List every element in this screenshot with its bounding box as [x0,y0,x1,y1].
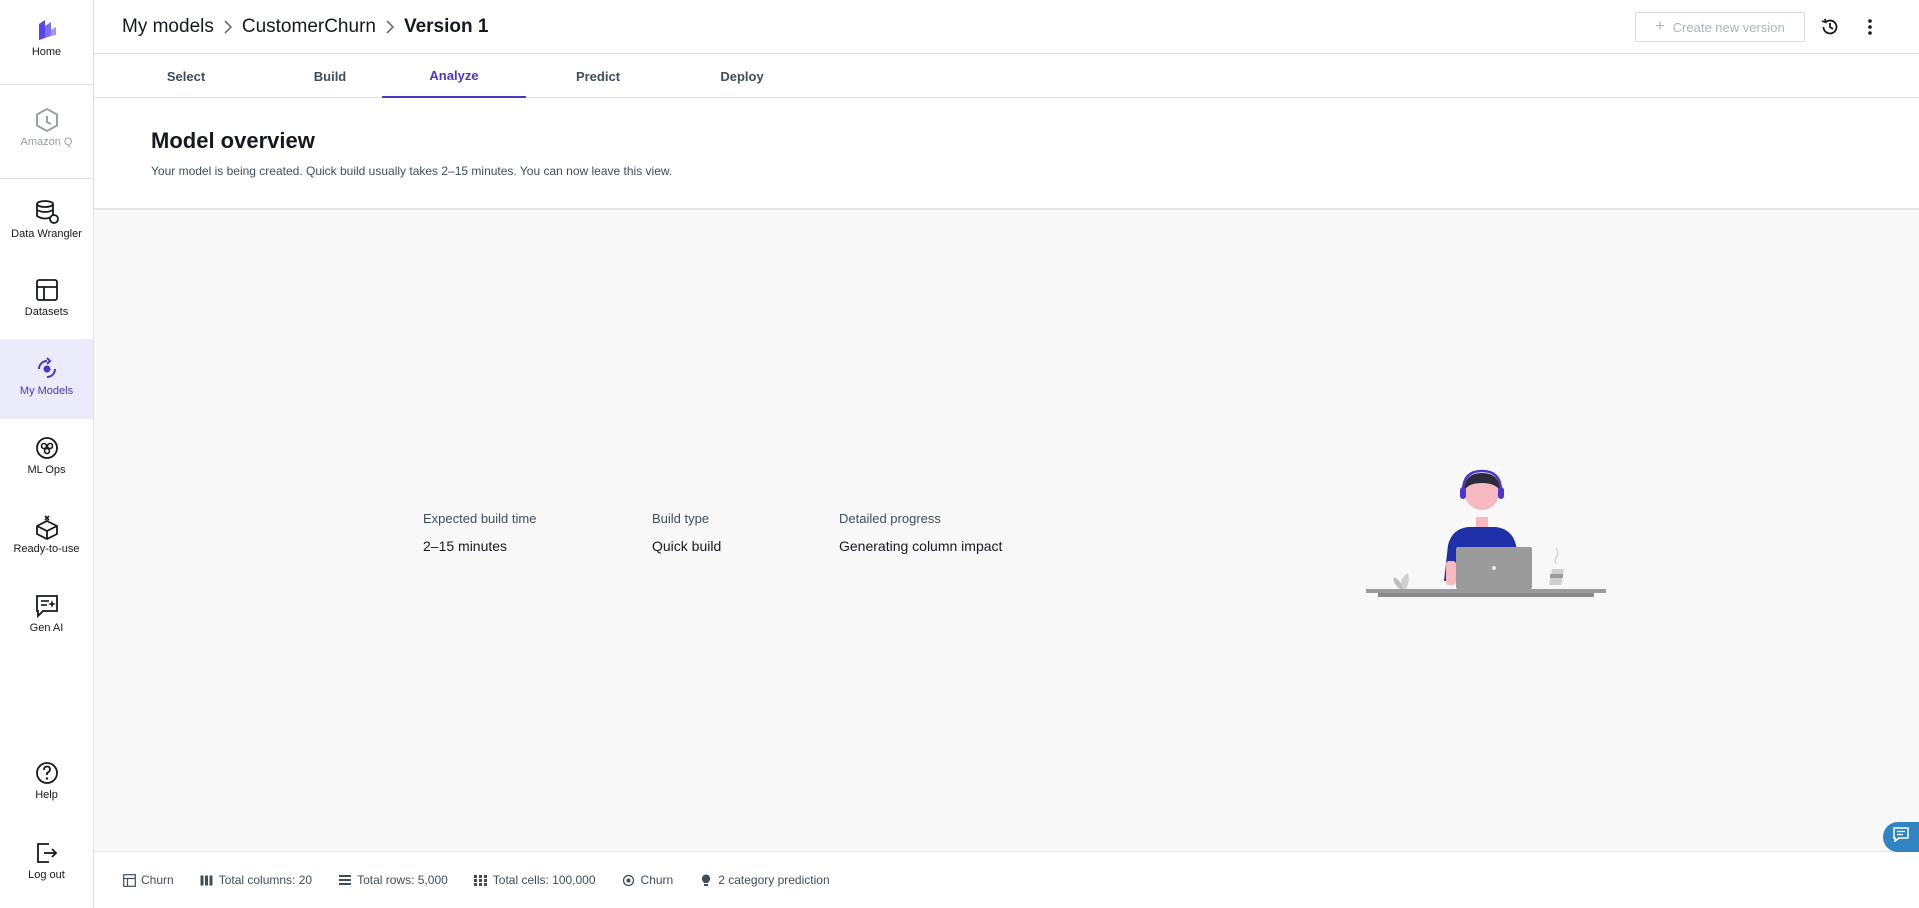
person-at-laptop-illustration [1364,461,1614,606]
divider [0,84,93,85]
tab-select[interactable]: Select [114,54,258,98]
tab-predict[interactable]: Predict [526,54,670,98]
my-models-icon [33,355,61,383]
stat-detailed-progress: Detailed progress Generating column impa… [839,511,1002,554]
left-sidebar: Home Amazon Q Data Wrangler Datasets My … [0,0,94,908]
chevron-right-icon [214,17,242,37]
gen-ai-icon [33,592,61,620]
history-icon[interactable] [1815,12,1845,42]
tab-analyze[interactable]: Analyze [382,54,526,98]
stat-expected-build-time: Expected build time 2–15 minutes [423,511,536,554]
footer-rows-label: Total rows: 5,000 [357,873,448,887]
target-icon [622,873,636,887]
footer-cells-label: Total cells: 100,000 [492,873,596,887]
sidebar-item-label: Amazon Q [20,136,73,148]
breadcrumb-my-models[interactable]: My models [122,16,214,38]
footer-dataset-label: Churn [141,873,174,887]
sidebar-item-label: Gen AI [29,622,64,634]
breadcrumb-customerchurn[interactable]: CustomerChurn [242,16,376,38]
sidebar-item-my-models[interactable]: My Models [0,339,93,419]
feedback-chat-button[interactable] [1883,822,1919,852]
canvas-logo-icon [33,16,61,44]
footer-target-label: Churn [640,873,674,887]
grid-icon [474,873,488,887]
more-options-icon[interactable] [1855,12,1885,42]
sidebar-item-datasets[interactable]: Datasets [0,276,93,320]
overview-subtitle: Your model is being created. Quick build… [151,164,673,178]
datasets-icon [33,276,61,304]
breadcrumb: My models CustomerChurn Version 1 [122,16,488,38]
help-icon [33,759,61,787]
ml-ops-icon [33,434,61,462]
create-new-version-button[interactable]: + Create new version [1635,12,1805,42]
footer-columns-label: Total columns: 20 [218,873,313,887]
columns-icon [200,873,214,887]
stat-value: 2–15 minutes [423,538,508,554]
sidebar-item-data-wrangler[interactable]: Data Wrangler [0,198,93,242]
sidebar-item-home[interactable]: Home [0,10,93,84]
sidebar-item-amazon-q[interactable]: Amazon Q [0,106,93,156]
sidebar-item-ml-ops[interactable]: ML Ops [0,434,93,478]
footer-prediction-type: 2 category prediction [699,873,830,887]
sidebar-item-label: Log out [28,869,65,881]
amazon-q-icon [33,106,61,134]
table-icon [122,873,136,887]
sidebar-item-label: ML Ops [27,464,66,476]
sidebar-item-label: Data Wrangler [11,228,82,240]
sidebar-item-log-out[interactable]: Log out [0,839,93,883]
stat-label: Build type [652,511,710,526]
create-new-version-label: Create new version [1672,19,1785,35]
footer-columns: Total columns: 20 [200,873,312,887]
sidebar-item-help[interactable]: Help [0,759,93,803]
footer-dataset: Churn [122,873,174,887]
header-actions: + Create new version [1635,12,1885,42]
footer-prediction-label: 2 category prediction [718,873,830,887]
dataset-summary-footer: Churn Total columns: 20 Total rows: 5,00… [94,851,1919,908]
footer-cells: Total cells: 100,000 [474,873,596,887]
ready-to-use-icon [33,513,61,541]
sidebar-item-label: My Models [19,385,74,397]
page-title: Model overview [151,128,315,153]
sidebar-item-gen-ai[interactable]: Gen AI [0,592,93,636]
model-overview-section: Model overview Your model is being creat… [94,98,1919,210]
workflow-tabs: Select Build Analyze Predict Deploy [94,54,1919,98]
chat-icon [1893,827,1909,847]
build-progress-panel: Expected build time 2–15 minutes Build t… [94,211,1919,851]
logout-icon [33,839,61,867]
data-wrangler-icon [33,198,61,226]
lightbulb-icon [699,873,713,887]
chevron-right-icon [376,17,404,37]
footer-target: Churn [622,873,674,887]
sidebar-item-label: Home [31,46,62,58]
tab-deploy[interactable]: Deploy [670,54,814,98]
stat-build-type: Build type Quick build [652,511,721,554]
sidebar-item-label: Ready-to-use [13,543,80,555]
footer-rows: Total rows: 5,000 [338,873,448,887]
page-header: My models CustomerChurn Version 1 + Crea… [94,0,1919,54]
rows-icon [338,873,352,887]
stat-label: Detailed progress [839,511,941,526]
stat-value: Generating column impact [839,538,1003,554]
breadcrumb-version: Version 1 [403,15,489,37]
stat-value: Quick build [652,538,722,554]
plus-icon: + [1655,18,1665,35]
stat-label: Expected build time [423,511,537,526]
divider [0,178,93,179]
sidebar-item-label: Help [35,789,58,801]
sidebar-item-ready-to-use[interactable]: Ready-to-use [0,513,93,557]
sidebar-item-label: Datasets [24,306,69,318]
tab-build[interactable]: Build [258,54,402,98]
